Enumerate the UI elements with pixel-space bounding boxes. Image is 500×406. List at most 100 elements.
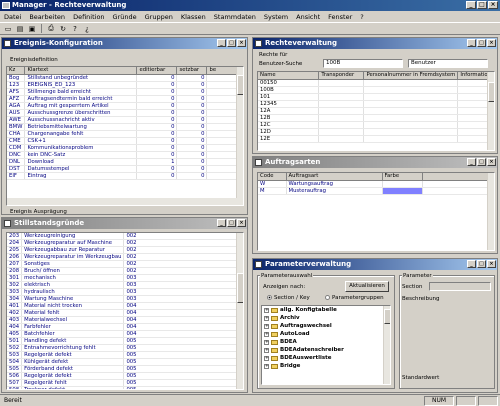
table-row[interactable]: 502 Entnahmevorrichtung fehlt 005 <box>7 344 243 352</box>
expand-icon[interactable]: + <box>264 339 269 345</box>
scroll-thumb[interactable] <box>488 82 494 102</box>
close-icon[interactable]: × <box>487 39 496 47</box>
close-icon[interactable]: × <box>488 1 498 9</box>
minimize-icon[interactable]: _ <box>467 260 476 268</box>
menu-bearbeiten[interactable]: Bearbeiten <box>29 13 65 21</box>
column-header[interactable]: Personalnummer in Fremdsystem <box>363 72 459 80</box>
column-header[interactable]: Transponder <box>318 72 365 80</box>
table-row[interactable]: 403 Materialwechsel 004 <box>7 316 243 324</box>
maximize-icon[interactable]: □ <box>477 39 486 47</box>
expand-icon[interactable]: + <box>264 347 269 353</box>
save-icon[interactable]: ▣ <box>27 24 37 34</box>
rechte-table[interactable]: Name Transponder Personalnummer in Fremd… <box>257 71 495 151</box>
expand-icon[interactable]: + <box>264 315 269 321</box>
vertical-scrollbar[interactable] <box>487 72 494 150</box>
stillstand-table[interactable]: 203 Werkzeugreinigung 002 204 Werkzeugrepara… <box>6 232 244 390</box>
table-row[interactable]: CME CSK+1 0 0 <box>7 137 243 145</box>
table-row[interactable]: 401 Material nicht trocken 004 <box>7 302 243 310</box>
table-row[interactable]: 101 <box>258 93 494 101</box>
column-header[interactable]: editierbar <box>136 67 178 75</box>
table-row[interactable]: 506 Regelgerät defekt 005 <box>7 372 243 380</box>
help-icon[interactable]: ? <box>70 24 80 34</box>
table-row[interactable]: 12A <box>258 107 494 115</box>
table-row[interactable]: 204 Werkzeugreparatur auf Maschine 002 <box>7 239 243 247</box>
expand-icon[interactable]: + <box>264 323 269 329</box>
table-row[interactable]: 303 hydraulisch 003 <box>7 288 243 296</box>
color-swatch[interactable] <box>382 187 423 195</box>
column-header[interactable]: Kz <box>7 67 26 75</box>
column-header[interactable]: Farbe <box>382 173 423 181</box>
scroll-thumb[interactable] <box>237 273 243 303</box>
close-icon[interactable]: × <box>237 39 246 47</box>
expand-icon[interactable]: + <box>264 307 269 313</box>
type-select[interactable]: Benutzer <box>408 59 488 68</box>
table-row[interactable]: DST Datumsstempel 0 0 <box>7 165 243 173</box>
tree-node[interactable]: + allg. Konfigtabelle <box>262 306 390 314</box>
menu-definition[interactable]: Definition <box>73 13 104 21</box>
table-row[interactable]: AWE Ausschussnachricht aktiv 0 0 <box>7 116 243 124</box>
question-icon[interactable]: ¿ <box>82 24 92 34</box>
table-row[interactable]: 207 Sonstiges 002 <box>7 260 243 268</box>
table-row[interactable]: BMW Betriebsmittelwartung 0 0 <box>7 123 243 131</box>
table-row[interactable]: 123 EREIGNIS_ED_123 0 0 <box>7 81 243 89</box>
radio-section-key[interactable]: Section / Key <box>267 295 310 301</box>
menu-help[interactable]: ? <box>360 13 363 21</box>
column-header[interactable]: Klartext <box>24 67 138 75</box>
menu-fenster[interactable]: Fenster <box>328 13 352 21</box>
table-row[interactable]: 304 Wartung Maschine 003 <box>7 295 243 303</box>
table-row[interactable]: AGA Auftrag mit gesperrtem Artikel 0 0 <box>7 102 243 110</box>
column-header[interactable]: Auftragsart <box>286 173 383 181</box>
tree-node[interactable]: + BDEA <box>262 338 390 346</box>
table-row[interactable]: EIF Eintrag 0 0 <box>7 172 243 180</box>
table-row[interactable]: 12C <box>258 121 494 129</box>
menu-gruppen[interactable]: Gruppen <box>145 13 173 21</box>
table-row[interactable]: 508 Trockner defekt 005 <box>7 386 243 389</box>
menu-system[interactable]: System <box>264 13 288 21</box>
table-row[interactable]: 302 elektrisch 003 <box>7 281 243 289</box>
maximize-icon[interactable]: □ <box>477 1 487 9</box>
menu-datei[interactable]: Datei <box>4 13 21 21</box>
tree-node[interactable]: + BDEAdatenschreiber <box>262 346 390 354</box>
open-icon[interactable]: ▤ <box>15 24 25 34</box>
table-row[interactable]: 12E <box>258 135 494 143</box>
scroll-thumb[interactable] <box>384 309 390 324</box>
table-row[interactable]: 405 Batchfehler 004 <box>7 330 243 338</box>
table-row[interactable]: AUS Ausschussgrenze überschritten 0 0 <box>7 109 243 117</box>
table-row[interactable]: 206 Werkzeugreparatur im Werkzeugbau 002 <box>7 253 243 261</box>
table-row[interactable]: 504 Kühlgerät defekt 005 <box>7 358 243 366</box>
table-row[interactable]: 205 Werkzeugabbau zur Reparatur 002 <box>7 246 243 254</box>
table-row[interactable]: AFZ Auftragsendtermin bald erreicht 0 0 <box>7 95 243 103</box>
color-swatch[interactable] <box>382 180 423 188</box>
radio-parametergruppen[interactable]: Parametergruppen <box>325 295 384 301</box>
column-header[interactable]: Name <box>258 72 320 80</box>
minimize-icon[interactable]: _ <box>467 158 476 166</box>
search-input[interactable]: 100B <box>323 59 403 68</box>
expand-icon[interactable]: + <box>264 363 269 369</box>
table-row[interactable]: 301 mechanisch 003 <box>7 274 243 282</box>
table-row[interactable]: 501 Handling defekt 005 <box>7 337 243 345</box>
menu-ansicht[interactable]: Ansicht <box>296 13 320 21</box>
table-row[interactable]: 503 Regelgerät defekt 005 <box>7 351 243 359</box>
expand-icon[interactable]: + <box>264 331 269 337</box>
table-row[interactable]: M Musterauftrag <box>258 187 494 195</box>
minimize-icon[interactable]: _ <box>217 219 226 227</box>
tree-node[interactable]: + AutoLoad <box>262 330 390 338</box>
tree-node[interactable]: + Bridge <box>262 362 390 370</box>
tree-node[interactable]: + BDEAuswertliste <box>262 354 390 362</box>
close-icon[interactable]: × <box>487 158 496 166</box>
print-icon[interactable]: ⎙ <box>46 24 56 34</box>
table-row[interactable]: DNL Download 1 0 <box>7 158 243 166</box>
table-row[interactable]: 402 Material fehlt 004 <box>7 309 243 317</box>
menu-gruende[interactable]: Gründe <box>113 13 137 21</box>
table-row[interactable]: 208 Bruch/ öffnen 002 <box>7 267 243 275</box>
minimize-icon[interactable]: _ <box>466 1 476 9</box>
maximize-icon[interactable]: □ <box>227 39 236 47</box>
maximize-icon[interactable]: □ <box>477 260 486 268</box>
table-row[interactable]: W Wartungsauftrag <box>258 180 494 188</box>
maximize-icon[interactable]: □ <box>227 219 236 227</box>
maximize-icon[interactable]: □ <box>477 158 486 166</box>
ereignis-table[interactable]: Kz Klartext editierbar setzbar be Bog Sti… <box>6 66 244 206</box>
table-row[interactable]: 507 Regelgerät fehlt 005 <box>7 379 243 387</box>
table-row[interactable]: Bog Stillstand unbegründet 0 0 <box>7 74 243 82</box>
refresh-button[interactable]: Aktualisieren <box>345 281 389 292</box>
